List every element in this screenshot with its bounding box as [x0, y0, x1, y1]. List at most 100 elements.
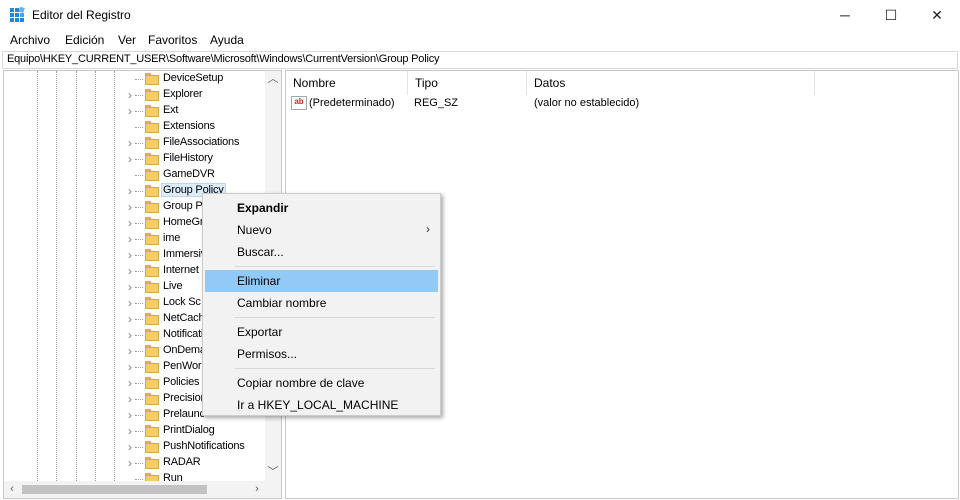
folder-icon — [145, 297, 159, 309]
tree-horizontal-scrollbar[interactable]: ‹ › — [4, 481, 281, 498]
folder-icon — [145, 121, 159, 133]
scroll-down-icon[interactable]: ﹀ — [265, 464, 281, 480]
expand-chevron-icon[interactable]: › — [125, 376, 135, 390]
expand-chevron-icon[interactable]: › — [125, 184, 135, 198]
folder-icon — [145, 217, 159, 229]
tree-item[interactable]: › PrintDialog — [4, 423, 281, 439]
tree-connector — [135, 447, 143, 448]
tree-connector — [135, 399, 143, 400]
expand-chevron-icon[interactable]: › — [125, 88, 135, 102]
menu-favoritos[interactable]: Favoritos — [148, 33, 197, 47]
expand-chevron-icon[interactable]: › — [125, 280, 135, 294]
tree-connector — [135, 431, 143, 432]
column-header-data[interactable]: Datos — [527, 71, 815, 95]
context-menu-item[interactable]: Expandir — [205, 197, 438, 219]
context-menu-item[interactable]: Permisos... — [205, 343, 438, 365]
tree-connector — [135, 367, 143, 368]
expand-chevron-icon[interactable]: › — [125, 312, 135, 326]
expand-chevron-icon[interactable]: › — [125, 248, 135, 262]
expand-chevron-icon[interactable]: › — [125, 104, 135, 118]
menu-archivo[interactable]: Archivo — [10, 33, 50, 47]
expand-chevron-icon[interactable]: › — [125, 136, 135, 150]
context-menu-item-label: Eliminar — [237, 274, 281, 288]
expand-chevron-icon[interactable]: › — [125, 232, 135, 246]
context-menu-item[interactable]: Eliminar — [205, 270, 438, 292]
folder-icon — [145, 313, 159, 325]
expand-chevron-icon[interactable]: › — [125, 296, 135, 310]
title-bar: Editor del Registro ─ ☐ ✕ — [0, 0, 960, 30]
tree-item-label: ime — [163, 232, 181, 244]
context-menu: Expandir Nuevo › Buscar... Eliminar Cambiar n… — [202, 193, 441, 416]
scroll-up-icon[interactable]: ︿ — [265, 71, 281, 87]
tree-connector — [135, 223, 143, 224]
registry-editor-icon — [10, 6, 26, 23]
scroll-right-icon[interactable]: › — [249, 481, 265, 498]
expand-chevron-icon[interactable]: › — [125, 264, 135, 278]
minimize-button[interactable]: ─ — [822, 0, 868, 30]
context-menu-item-label: Permisos... — [237, 347, 298, 361]
context-menu-item[interactable]: Exportar — [205, 321, 438, 343]
scroll-left-icon[interactable]: ‹ — [4, 481, 20, 498]
folder-icon — [145, 185, 159, 197]
expand-chevron-icon[interactable]: › — [125, 152, 135, 166]
scroll-thumb[interactable] — [22, 485, 207, 494]
context-menu-item-label: Exportar — [237, 325, 283, 339]
tree-connector — [135, 175, 143, 176]
tree-item[interactable]: GameDVR — [4, 167, 281, 183]
folder-icon — [145, 233, 159, 245]
maximize-button[interactable]: ☐ — [868, 0, 914, 30]
tree-item-label: PenWork — [163, 360, 207, 372]
expand-chevron-icon[interactable]: › — [125, 456, 135, 470]
tree-connector — [135, 335, 143, 336]
value-row[interactable]: ab (Predeterminado) REG_SZ (valor no est… — [286, 95, 958, 113]
context-menu-item-label: Cambiar nombre — [237, 296, 327, 310]
tree-item-label: FileAssociations — [163, 136, 240, 148]
tree-item-label: Extensions — [163, 120, 215, 132]
folder-icon — [145, 249, 159, 261]
tree-item[interactable]: Extensions — [4, 119, 281, 135]
context-menu-item[interactable]: Nuevo › — [205, 219, 438, 241]
expand-chevron-icon[interactable]: › — [125, 216, 135, 230]
expand-chevron-icon[interactable]: › — [125, 424, 135, 438]
tree-item[interactable]: › Ext — [4, 103, 281, 119]
folder-icon — [145, 169, 159, 181]
close-button[interactable]: ✕ — [914, 0, 960, 30]
column-header-name[interactable]: Nombre — [286, 71, 408, 95]
tree-item[interactable]: › RADAR — [4, 455, 281, 471]
tree-connector — [135, 303, 143, 304]
context-menu-item-label: Copiar nombre de clave — [237, 376, 365, 390]
folder-icon — [145, 457, 159, 469]
address-bar[interactable]: Equipo\HKEY_CURRENT_USER\Software\Micros… — [2, 51, 958, 69]
menu-ver[interactable]: Ver — [118, 33, 136, 47]
tree-item-label: NetCach — [163, 312, 205, 324]
tree-item[interactable]: › FileAssociations — [4, 135, 281, 151]
context-menu-item[interactable]: Cambiar nombre — [205, 292, 438, 314]
expand-chevron-icon[interactable]: › — [125, 392, 135, 406]
tree-item[interactable]: DeviceSetup — [4, 71, 281, 87]
tree-connector — [135, 111, 143, 112]
tree-item[interactable]: › Explorer — [4, 87, 281, 103]
menu-ayuda[interactable]: Ayuda — [210, 33, 244, 47]
expand-chevron-icon[interactable]: › — [125, 408, 135, 422]
tree-item[interactable]: › FileHistory — [4, 151, 281, 167]
tree-connector — [135, 479, 143, 480]
menu-edicion[interactable]: Edición — [65, 33, 104, 47]
tree-item[interactable]: › PushNotifications — [4, 439, 281, 455]
tree-connector — [135, 95, 143, 96]
expand-chevron-icon[interactable]: › — [125, 328, 135, 342]
folder-icon — [145, 137, 159, 149]
submenu-arrow-icon: › — [426, 222, 430, 236]
context-menu-item[interactable]: Ir a HKEY_LOCAL_MACHINE — [205, 394, 438, 416]
menu-separator — [235, 266, 435, 267]
expand-chevron-icon[interactable]: › — [125, 200, 135, 214]
context-menu-item[interactable]: Buscar... — [205, 241, 438, 263]
column-header-type[interactable]: Tipo — [408, 71, 527, 95]
context-menu-item[interactable]: Copiar nombre de clave — [205, 372, 438, 394]
folder-icon — [145, 105, 159, 117]
tree-connector — [135, 351, 143, 352]
close-icon: ✕ — [931, 6, 943, 23]
expand-chevron-icon[interactable]: › — [125, 360, 135, 374]
expand-chevron-icon[interactable]: › — [125, 344, 135, 358]
value-data: (valor no establecido) — [534, 97, 640, 109]
expand-chevron-icon[interactable]: › — [125, 440, 135, 454]
